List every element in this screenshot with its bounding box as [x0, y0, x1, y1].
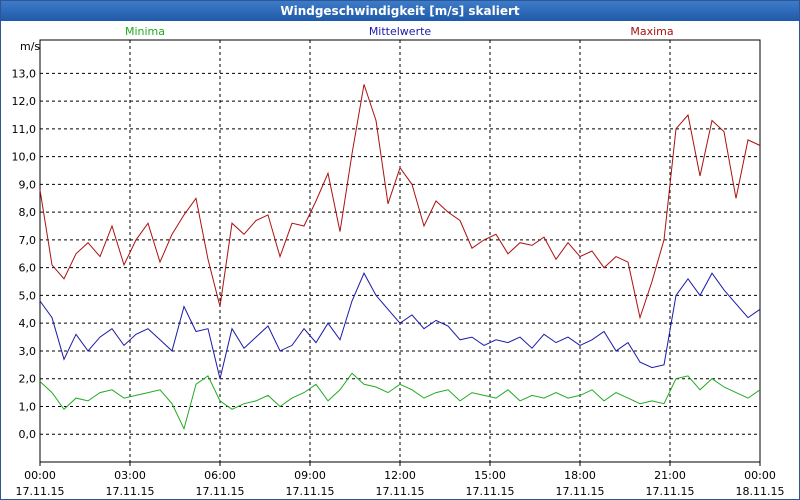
y-tick-label: 9,0: [19, 178, 37, 191]
y-tick-label: 13,0: [12, 67, 37, 80]
y-tick-label: 0,0: [19, 428, 37, 441]
y-tick-label: 4,0: [19, 317, 37, 330]
x-tick-time: 03:00: [114, 469, 146, 482]
x-tick-date: 17.11.15: [16, 485, 65, 498]
y-tick-label: 2,0: [19, 373, 37, 386]
x-tick-date: 18.11.15: [736, 485, 785, 498]
x-tick-date: 17.11.15: [106, 485, 155, 498]
legend: Minima Mittelwerte Maxima: [125, 25, 674, 38]
x-tick-date: 17.11.15: [286, 485, 335, 498]
x-tick-time: 09:00: [294, 469, 326, 482]
y-tick-label: 8,0: [19, 206, 37, 219]
legend-entry-maxima: Maxima: [630, 25, 673, 38]
x-tick-date: 17.11.15: [646, 485, 695, 498]
x-tick-time: 06:00: [204, 469, 236, 482]
y-tick-label: 3,0: [19, 345, 37, 358]
legend-entry-minima: Minima: [125, 25, 165, 38]
y-tick-label: 11,0: [12, 123, 37, 136]
y-tick-label: 1,0: [19, 400, 37, 413]
series-line-mittelwerte: [39, 272, 761, 379]
x-tick-labels: 00:00 17.11.15 03:00 17.11.15 06:00 17.11.15 0…: [16, 469, 785, 498]
y-tick-labels: 0,0 1,0 2,0 3,0 4,0 5,0 6,0 7,0 8,0 9,0 10,0 11,0 12…: [12, 67, 37, 441]
x-tick-date: 17.11.15: [466, 485, 515, 498]
x-tick-date: 17.11.15: [376, 485, 425, 498]
y-tick-label: 6,0: [19, 262, 37, 275]
x-tick-date: 17.11.15: [196, 485, 245, 498]
grid-lines: [39, 40, 761, 466]
x-tick-time: 21:00: [654, 469, 686, 482]
x-tick-time: 18:00: [564, 469, 596, 482]
legend-entry-mittelwerte: Mittelwerte: [369, 25, 432, 38]
y-tick-label: 10,0: [12, 151, 37, 164]
y-tick-label: 7,0: [19, 234, 37, 247]
y-axis-label: m/s: [20, 40, 40, 53]
x-tick-date: 17.11.15: [556, 485, 605, 498]
y-tick-label: 5,0: [19, 289, 37, 302]
y-tick-label: 12,0: [12, 95, 37, 108]
x-tick-time: 00:00: [744, 469, 776, 482]
x-tick-time: 00:00: [24, 469, 56, 482]
x-tick-time: 15:00: [474, 469, 506, 482]
x-tick-time: 12:00: [384, 469, 416, 482]
line-chart: m/s 0,0 1,0 2,0 3,0 4,0 5,0 6,0 7,0 8,0 9,0 10,0 11…: [12, 25, 785, 498]
